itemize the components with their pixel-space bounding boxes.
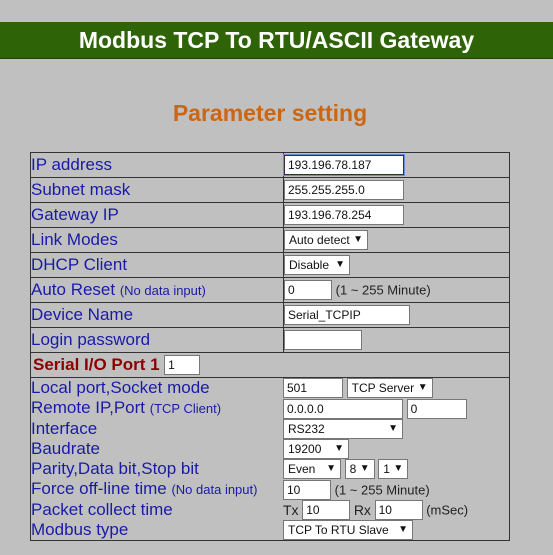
local-port-input[interactable]: 501: [283, 378, 343, 398]
chevron-down-icon: ▼: [326, 463, 336, 474]
device-name-input[interactable]: Serial_TCPIP: [284, 305, 410, 325]
offline-time-note: (No data input): [171, 482, 258, 497]
parity-label: Parity,Data bit,Stop bit: [31, 459, 199, 478]
table-row: DHCP Client Disable ▼: [30, 252, 510, 278]
gateway-label: Gateway IP: [30, 202, 284, 228]
table-row: Parity,Data bit,Stop bit Even ▼ 8 ▼ 1 ▼: [31, 459, 509, 479]
tx-label: Tx: [283, 502, 299, 518]
packet-collect-label: Packet collect time: [31, 500, 173, 519]
table-row: Subnet mask 255.255.255.0: [30, 177, 510, 203]
serial-port-title: Serial I/O Port 1: [33, 354, 160, 374]
offline-time-range: (1 ~ 255 Minute): [334, 482, 430, 497]
subnet-input[interactable]: 255.255.255.0: [284, 180, 404, 200]
baudrate-select[interactable]: 19200 ▼: [283, 439, 349, 459]
remote-ip-input[interactable]: 0.0.0.0: [283, 398, 403, 419]
tx-input[interactable]: 10: [302, 500, 351, 520]
parameter-table: IP address 193.196.78.187 Subnet mask 25…: [30, 152, 510, 541]
chevron-down-icon: ▼: [334, 443, 344, 454]
chevron-down-icon: ▼: [353, 234, 363, 245]
table-row: Link Modes Auto detect ▼: [30, 227, 510, 253]
offline-time-label: Force off-line time: [31, 479, 167, 498]
link-mode-label: Link Modes: [30, 227, 284, 253]
link-mode-select[interactable]: Auto detect ▼: [284, 230, 368, 250]
offline-time-input[interactable]: 10: [283, 479, 331, 500]
section-title: Parameter setting: [172, 100, 368, 126]
dhcp-select[interactable]: Disable ▼: [284, 255, 350, 275]
interface-select[interactable]: RS232 ▼: [283, 419, 403, 439]
table-row: Baudrate 19200 ▼: [31, 439, 509, 459]
chevron-down-icon: ▼: [393, 463, 404, 474]
table-row: Login password: [30, 327, 510, 353]
remote-port-input[interactable]: 0: [406, 398, 467, 419]
table-row: Modbus type TCP To RTU Slave ▼: [31, 520, 509, 540]
remote-ip-label: Remote IP,Port: [31, 398, 146, 417]
local-port-label: Local port,Socket mode: [31, 378, 210, 397]
serial-settings: Local port,Socket mode 501 TCP Server ▼ R…: [31, 378, 509, 540]
table-row: Serial I/O Port 1 1: [30, 352, 510, 378]
chevron-down-icon: ▼: [359, 463, 370, 474]
socket-mode-select[interactable]: TCP Server ▼: [346, 378, 433, 398]
table-row: Gateway IP 193.196.78.254: [30, 202, 510, 228]
chevron-down-icon: ▼: [388, 423, 398, 434]
modbus-type-select[interactable]: TCP To RTU Slave ▼: [283, 520, 413, 540]
login-password-input[interactable]: [284, 330, 362, 350]
chevron-down-icon: ▼: [398, 524, 408, 535]
table-row: IP address 193.196.78.187: [30, 152, 510, 178]
modbus-type-label: Modbus type: [31, 520, 129, 539]
rx-label: Rx: [353, 502, 371, 518]
table-row: Packet collect time Tx 10 Rx 10 (mSec): [31, 500, 509, 520]
table-row: Auto Reset (No data input) 0 (1 ~ 255 Mi…: [30, 277, 510, 303]
baudrate-label: Baudrate: [31, 439, 100, 458]
data-bit-select[interactable]: 8 ▼: [344, 459, 375, 479]
auto-reset-range: (1 ~ 255 Minute): [335, 282, 431, 298]
gateway-input[interactable]: 193.196.78.254: [284, 205, 404, 225]
packet-unit: (mSec): [426, 502, 469, 518]
ip-input[interactable]: 193.196.78.187: [283, 154, 405, 176]
table-row: Force off-line time (No data input) 10 (…: [31, 479, 509, 500]
serial-port-input[interactable]: 1: [164, 355, 201, 376]
auto-reset-label: Auto Reset: [31, 279, 116, 299]
table-row: Device Name Serial_TCPIP: [30, 302, 510, 328]
login-password-label: Login password: [30, 327, 284, 353]
subnet-label: Subnet mask: [30, 177, 284, 203]
remote-ip-note: (TCP Client): [149, 401, 222, 416]
chevron-down-icon: ▼: [335, 259, 345, 270]
device-name-label: Device Name: [30, 302, 284, 328]
table-row: Remote IP,Port (TCP Client) 0.0.0.0 0: [31, 398, 509, 419]
dhcp-label: DHCP Client: [30, 252, 284, 278]
interface-label: Interface: [31, 419, 98, 438]
parity-select[interactable]: Even ▼: [283, 459, 341, 479]
stop-bit-select[interactable]: 1 ▼: [378, 459, 409, 479]
chevron-down-icon: ▼: [417, 382, 428, 393]
table-row: Interface RS232 ▼: [31, 419, 509, 439]
ip-label: IP address: [30, 152, 284, 178]
rx-input[interactable]: 10: [374, 500, 423, 520]
app-title: Modbus TCP To RTU/ASCII Gateway: [78, 27, 475, 53]
app-banner: Modbus TCP To RTU/ASCII Gateway: [0, 22, 553, 59]
auto-reset-note: (No data input): [119, 282, 206, 298]
auto-reset-input[interactable]: 0: [284, 280, 332, 300]
table-row: Local port,Socket mode 501 TCP Server ▼: [31, 378, 509, 398]
